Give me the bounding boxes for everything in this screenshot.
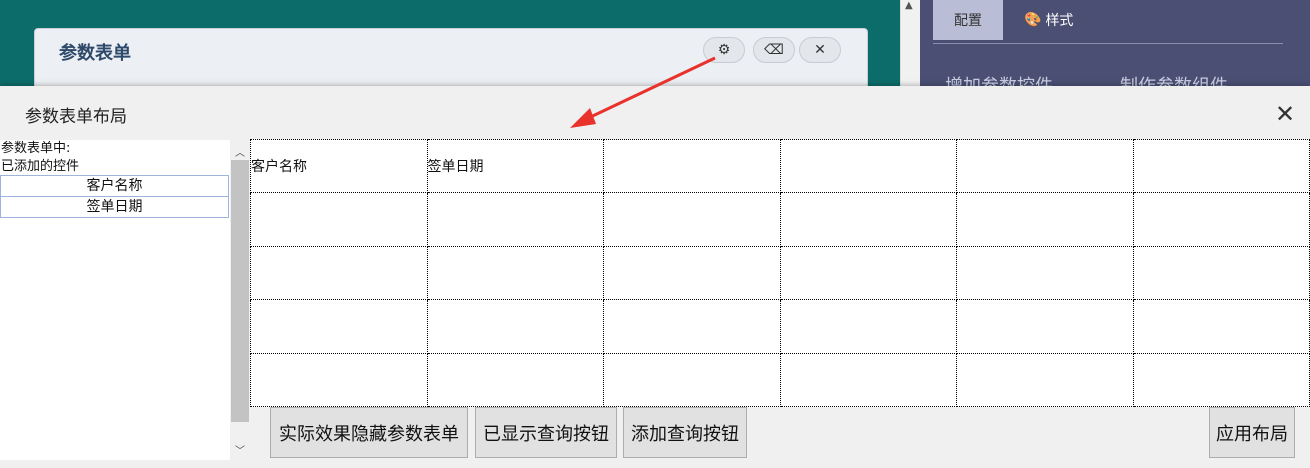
scrollbar-thumb[interactable] xyxy=(231,160,249,422)
list-item-customer-name[interactable]: 客户名称 xyxy=(0,175,229,197)
grid-cell[interactable]: 客户名称 xyxy=(250,138,428,194)
grid-cell[interactable] xyxy=(1132,299,1310,354)
list-header-line1: 参数表单中: xyxy=(1,141,71,156)
chevron-up-icon[interactable]: ︿ xyxy=(235,144,245,159)
chevron-down-icon[interactable]: ﹀ xyxy=(235,442,245,457)
grid-cell[interactable] xyxy=(426,192,604,247)
grid-cell[interactable] xyxy=(956,245,1134,301)
grid-cell[interactable] xyxy=(426,299,604,354)
dialog-title: 参数表单布局 xyxy=(25,107,127,127)
palette-icon: 🎨 xyxy=(1024,12,1042,28)
tab-style-label: 样式 xyxy=(1045,13,1074,29)
eraser-icon[interactable]: ⌫ xyxy=(753,37,795,63)
grid-cell[interactable] xyxy=(603,138,781,194)
background-panel-title: 参数表单 xyxy=(59,43,131,64)
tab-divider xyxy=(933,43,1283,44)
list-header-line2: 已添加的控件 xyxy=(1,159,80,174)
grid-cell[interactable] xyxy=(1132,245,1310,301)
grid-cell[interactable]: 签单日期 xyxy=(426,138,604,194)
add-query-button[interactable]: 添加查询按钮 xyxy=(623,407,747,458)
grid-cell[interactable] xyxy=(779,352,957,408)
grid-cell[interactable] xyxy=(956,192,1134,247)
grid-cell[interactable] xyxy=(956,138,1134,194)
hide-form-button[interactable]: 实际效果隐藏参数表单 xyxy=(270,407,468,458)
scroll-up-icon[interactable]: ▲ xyxy=(905,0,913,11)
grid-cell[interactable] xyxy=(603,352,781,408)
grid-cell[interactable] xyxy=(603,299,781,354)
grid-cell[interactable] xyxy=(1132,138,1310,194)
list-item-sign-date[interactable]: 签单日期 xyxy=(0,196,229,218)
dialog-button-bar: 实际效果隐藏参数表单 已显示查询按钮 添加查询按钮 应用布局 xyxy=(250,407,1310,461)
grid-cell[interactable] xyxy=(426,245,604,301)
grid-row: 客户名称 签单日期 xyxy=(250,138,1310,194)
grid-cell[interactable] xyxy=(779,245,957,301)
background-form-panel: 参数表单 ⚙ ⌫ ✕ xyxy=(34,28,868,88)
tab-config[interactable]: 配置 xyxy=(933,0,1003,40)
list-scrollbar[interactable]: ︿ ﹀ xyxy=(230,140,250,460)
grid-cell[interactable] xyxy=(250,192,428,247)
grid-cell[interactable] xyxy=(779,138,957,194)
grid-cell[interactable] xyxy=(603,192,781,247)
grid-cell[interactable] xyxy=(779,299,957,354)
grid-cell[interactable] xyxy=(250,352,428,408)
close-icon[interactable]: ✕ xyxy=(799,37,841,63)
close-icon[interactable]: ✕ xyxy=(1270,100,1300,128)
grid-cell[interactable] xyxy=(1132,352,1310,408)
grid-cell[interactable] xyxy=(426,352,604,408)
show-query-button[interactable]: 已显示查询按钮 xyxy=(475,407,617,458)
grid-cell[interactable] xyxy=(250,299,428,354)
grid-cell[interactable] xyxy=(603,245,781,301)
layout-grid: 客户名称 签单日期 xyxy=(250,138,1310,408)
grid-row xyxy=(250,299,1310,354)
grid-cell[interactable] xyxy=(1132,192,1310,247)
grid-row xyxy=(250,245,1310,301)
added-controls-list[interactable]: 参数表单中: 已添加的控件 客户名称 签单日期 xyxy=(0,140,230,460)
grid-cell[interactable] xyxy=(250,245,428,301)
grid-cell[interactable] xyxy=(956,299,1134,354)
apply-layout-button[interactable]: 应用布局 xyxy=(1209,407,1295,458)
annotation-arrow xyxy=(570,56,716,128)
form-layout-dialog: 参数表单布局 ✕ 参数表单中: 已添加的控件 客户名称 签单日期 ︿ ﹀ 客户名… xyxy=(0,86,1310,468)
grid-row xyxy=(250,192,1310,247)
grid-cell[interactable] xyxy=(956,352,1134,408)
layout-grid-table: 客户名称 签单日期 xyxy=(250,138,1310,408)
grid-cell[interactable] xyxy=(779,192,957,247)
tab-style[interactable]: 🎨 样式 xyxy=(1024,4,1073,36)
grid-row xyxy=(250,352,1310,408)
